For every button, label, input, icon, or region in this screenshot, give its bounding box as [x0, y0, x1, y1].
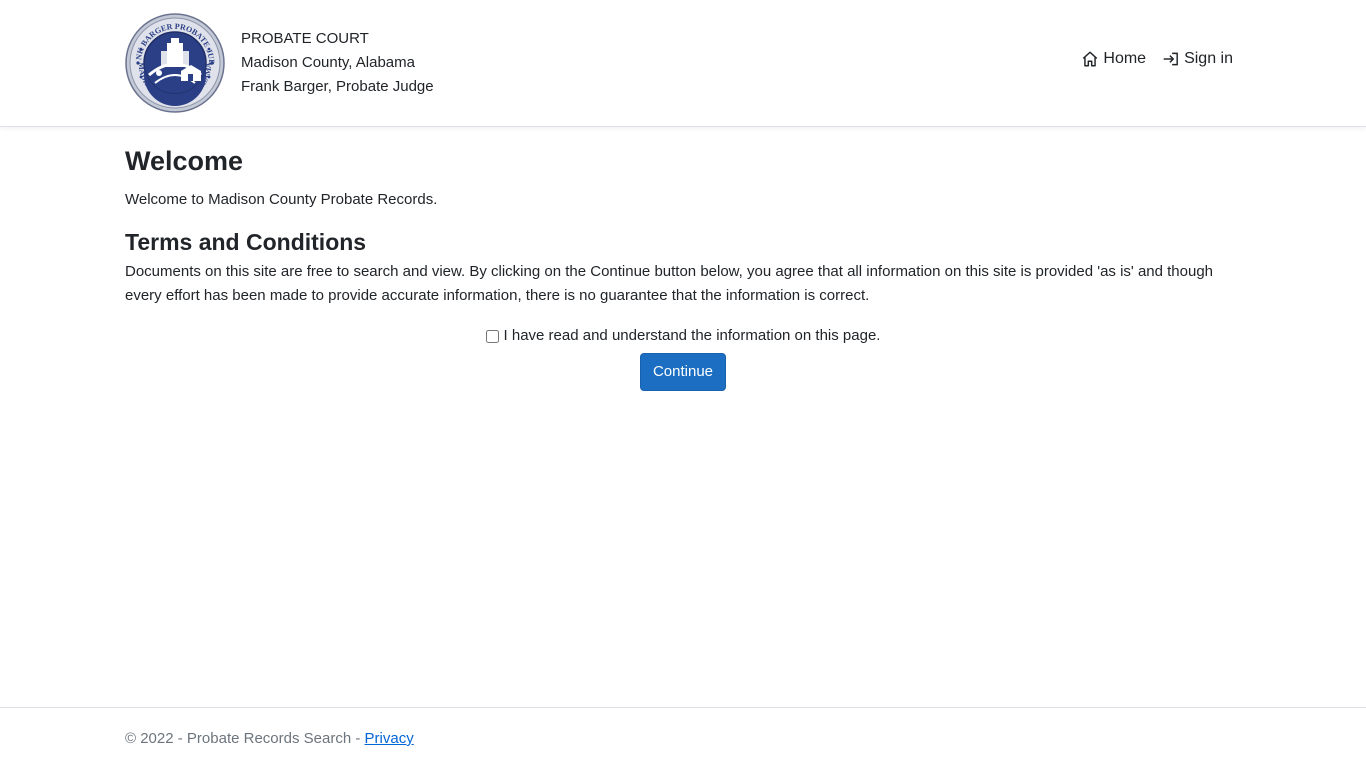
- nav-home[interactable]: Home: [1081, 50, 1146, 68]
- agree-checkbox[interactable]: [485, 329, 499, 343]
- brand-link[interactable]: FRANK BARGER PROBATE JUDGE MADISON COUNT…: [125, 13, 434, 113]
- box-arrow-in-right-icon: [1163, 52, 1178, 66]
- terms-heading: Terms and Conditions: [125, 229, 367, 255]
- terms-text: Documents on this site are free to searc…: [125, 263, 1214, 304]
- agree-label[interactable]: I have read and understand the informati…: [485, 324, 881, 348]
- top-nav: Home Sign in: [1065, 50, 1233, 68]
- site-footer: © 2022 - Probate Records Search - Privac…: [0, 707, 1366, 768]
- privacy-link[interactable]: Privacy: [365, 730, 414, 747]
- brand-county: Madison County, Alabama: [241, 54, 415, 71]
- agree-row: I have read and understand the informati…: [125, 324, 1241, 351]
- continue-row: Continue: [125, 352, 1241, 391]
- brand-text: PROBATE COURT Madison County, Alabama Fr…: [241, 27, 434, 99]
- main-content: Welcome Welcome to Madison County Probat…: [125, 140, 1241, 391]
- continue-button[interactable]: Continue: [639, 352, 727, 391]
- brand-judge: Frank Barger, Probate Judge: [241, 78, 434, 95]
- site-header: FRANK BARGER PROBATE JUDGE MADISON COUNT…: [0, 0, 1366, 127]
- nav-sign-in[interactable]: Sign in: [1162, 50, 1233, 68]
- house-icon: [1083, 51, 1098, 67]
- footer-content: © 2022 - Probate Records Search - Privac…: [125, 727, 414, 751]
- nav-home-label: Home: [1103, 50, 1147, 67]
- brand-court: PROBATE COURT: [241, 30, 369, 47]
- welcome-text: Welcome to Madison County Probate Record…: [125, 191, 438, 208]
- nav-sign-in-label: Sign in: [1184, 50, 1233, 67]
- footer-copyright: © 2022 - Probate Records Search -: [125, 730, 365, 747]
- probate-seal-logo: FRANK BARGER PROBATE JUDGE MADISON COUNT…: [125, 13, 225, 113]
- page-title: Welcome: [125, 146, 244, 176]
- agree-label-text: I have read and understand the informati…: [503, 327, 881, 344]
